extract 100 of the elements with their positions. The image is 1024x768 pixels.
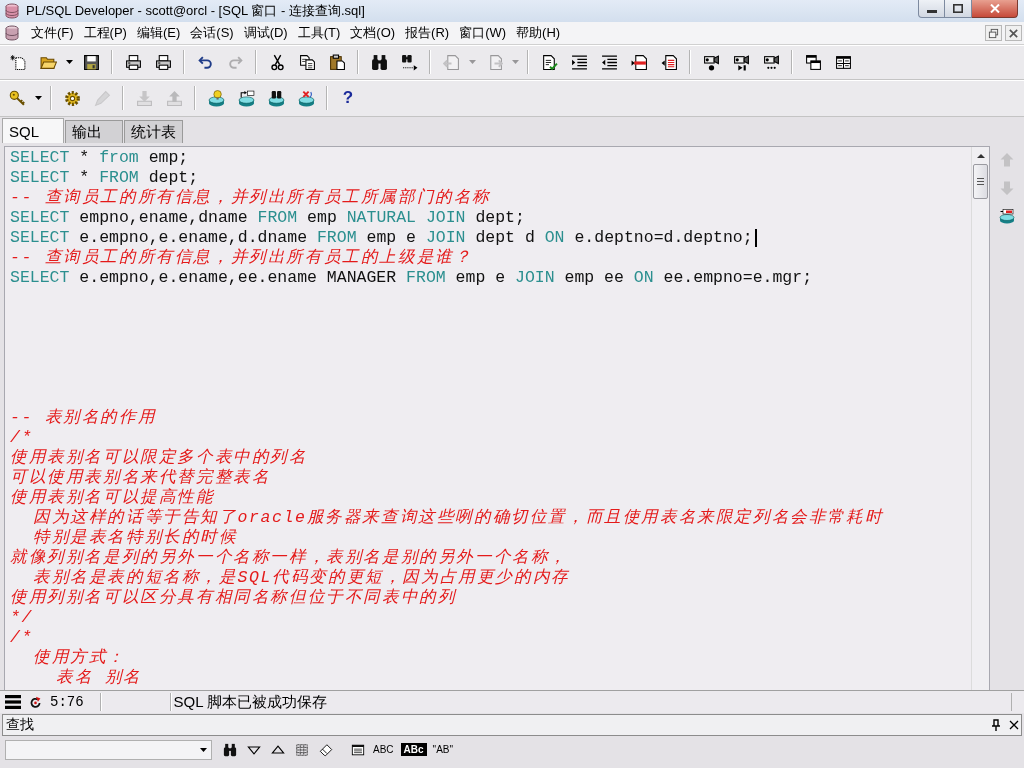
code-line: SELECT e.empno,e.ename,ee.ename MANAGER FROM emp e JOIN emp ee ON ee.empno=e.mgr; [10, 268, 813, 288]
scrollbar-thumb[interactable] [973, 164, 988, 199]
comment-line: 表名 别名 [55, 668, 142, 688]
tab[interactable]: 统计表 [124, 120, 183, 143]
bars-icon [5, 694, 21, 710]
code-editor[interactable] [4, 146, 990, 690]
comment-line: 使用表别名可以限定多个表中的列名 [10, 448, 308, 468]
minimize-button[interactable] [918, 0, 945, 18]
menu-item[interactable]: 帮助(H) [511, 23, 566, 43]
comment-line: 就像列别名是列的另外一个名称一样，表别名是别的另外一个名称， [10, 548, 568, 568]
comment-line: /* [10, 428, 33, 448]
database-bulb-icon [207, 89, 225, 107]
menu-item[interactable]: 编辑(E) [131, 23, 186, 43]
close-button[interactable] [1005, 25, 1022, 41]
menu-item[interactable]: 工具(T) [292, 23, 346, 43]
window-title: PL/SQL Developer - scott@orcl - [SQL 窗口 - 连接查询.sql] [26, 2, 365, 20]
indent-icon [570, 53, 588, 71]
document-left-arrow-icon [442, 53, 460, 71]
database-binoculars-icon [267, 89, 285, 107]
cursor-position: 5:76 [50, 694, 84, 710]
comment-line: -- 查询员工的所有信息，并列出所有员工所属部门的名称 [10, 188, 491, 208]
code-line: SELECT empno,ename,dname FROM emp NATURAL JOIN dept; [10, 208, 525, 228]
camera-play-icon [732, 53, 750, 71]
comment-line: 使用方式： [32, 648, 126, 668]
menu-item[interactable]: 工程(P) [78, 23, 132, 43]
find-option-button[interactable]: "AB" [429, 739, 457, 760]
download-icon [135, 89, 153, 107]
database-button[interactable] [997, 207, 1017, 225]
document-icon [4, 25, 20, 41]
app-icon [4, 3, 20, 19]
comment-line: -- 查询员工的所有信息，并列出所有员工的上级是谁？ [10, 248, 473, 268]
document-check-icon [540, 53, 558, 71]
help-button[interactable]: ? [333, 85, 363, 111]
cascade-windows-icon [804, 53, 822, 71]
search-combo-field[interactable] [5, 739, 212, 760]
pin-icon [991, 719, 1001, 731]
binoculars-arrow-icon [400, 53, 418, 71]
database-icon [999, 208, 1015, 224]
caret-icon [200, 747, 207, 752]
grid-icon [294, 742, 309, 757]
restore-button[interactable] [985, 25, 1002, 41]
tile-windows-icon [834, 53, 852, 71]
comment-line: */ [10, 608, 33, 628]
comment-line: 使用列别名可以区分具有相同名称但位于不同表中的列 [10, 588, 457, 608]
close-button[interactable] [972, 0, 1018, 18]
document-lines-icon [660, 53, 678, 71]
binoculars-icon [222, 742, 237, 757]
gear-icon [63, 89, 81, 107]
comment-line: -- 表别名的作用 [10, 408, 157, 428]
save-icon [82, 53, 100, 71]
menu-item[interactable]: 窗口(W) [454, 23, 512, 43]
minimize-icon [926, 10, 937, 13]
camera-dot-icon [702, 53, 720, 71]
menu-item[interactable]: 调试(D) [238, 23, 293, 43]
new-file-icon [9, 53, 27, 71]
eraser-icon [318, 742, 333, 757]
comment-line: 特别是表名特别长的时候 [32, 528, 238, 548]
menu-item[interactable]: 文件(F) [26, 23, 79, 43]
caret-icon [469, 60, 476, 64]
binoculars-icon [370, 53, 388, 71]
comment-line: 可以使用表别名来代替完整表名 [10, 468, 271, 488]
comment-line: 使用表别名可以提高性能 [10, 488, 215, 508]
restore-icon [988, 27, 999, 39]
menu-item[interactable]: 会话(S) [185, 23, 239, 43]
up-arrow-icon [976, 153, 985, 158]
panel-title: 查找 [6, 716, 34, 734]
comment-line: 表别名是表的短名称，是SQL代码变的更短，因为占用更少的内存 [32, 568, 570, 588]
pencil-icon [93, 89, 111, 107]
printer-icon [154, 53, 172, 71]
close-icon [1009, 719, 1019, 731]
caret-icon [35, 96, 42, 100]
tab[interactable]: 输出 [65, 120, 123, 143]
tab[interactable]: SQL [2, 118, 64, 143]
comment-line: 因为这样的话等于告知了oracle服务器来查询这些咧的确切位置，而且使用表名来限定列名会非常耗时 [32, 508, 884, 528]
key-icon [8, 89, 26, 107]
pin-button[interactable] [989, 717, 1003, 733]
upload-icon [165, 89, 183, 107]
document-bar-icon [630, 53, 648, 71]
vertical-scrollbar[interactable] [971, 147, 989, 690]
refresh-icon [29, 695, 42, 709]
database-arrow-icon [237, 89, 255, 107]
find-option-button[interactable]: ABC [370, 739, 397, 760]
caret-icon [66, 60, 73, 64]
maximize-icon [953, 4, 963, 13]
caret-icon [512, 60, 519, 64]
menu-item[interactable]: 文档(O) [345, 23, 401, 43]
code-line: SELECT * FROM dept; [10, 168, 199, 188]
menu-item[interactable]: 报告(R) [400, 23, 455, 43]
code-line: SELECT * from emp; [10, 148, 189, 168]
find-option-button[interactable]: ABc [400, 743, 427, 756]
maximize-button[interactable] [945, 0, 972, 18]
status-message: SQL 脚本已被成功保存 [173, 692, 328, 712]
outdent-icon [600, 53, 618, 71]
close-icon [1008, 27, 1019, 39]
paste-icon [328, 53, 346, 71]
camera-dots-icon [762, 53, 780, 71]
close-icon [989, 4, 1000, 13]
code-line: SELECT e.empno,e.ename,d.dname FROM emp e JOIN dept d ON e.deptno=d.deptno; [10, 228, 753, 248]
database-cross-icon [297, 89, 315, 107]
cut-icon [268, 53, 286, 71]
